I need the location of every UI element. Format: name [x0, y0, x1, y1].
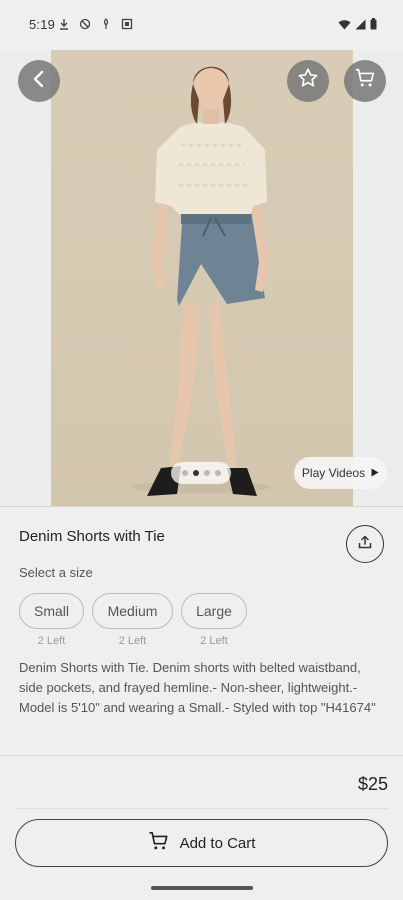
size-medium-stock: 2 Left [118, 635, 147, 647]
add-to-cart-label: Add to Cart [179, 834, 256, 852]
model-illustration [131, 66, 271, 496]
carousel-dot-active[interactable] [192, 470, 199, 476]
carousel-dot[interactable] [214, 470, 221, 476]
cart-button[interactable] [344, 60, 386, 102]
signal-icon [355, 17, 366, 35]
divider [0, 506, 403, 507]
favorite-button[interactable] [287, 60, 329, 102]
size-option-large: Large 2 Left [181, 593, 247, 647]
carousel-indicator[interactable] [171, 462, 231, 484]
shopping-cart-icon [354, 67, 376, 95]
back-button[interactable] [18, 60, 60, 102]
divider [0, 755, 403, 756]
wifi-icon [338, 17, 351, 35]
size-option-small: Small 2 Left [19, 593, 84, 647]
share-icon [358, 535, 372, 554]
share-button[interactable] [346, 525, 384, 563]
play-icon [371, 466, 379, 480]
status-system-icons [338, 17, 377, 35]
product-description: Denim Shorts with Tie. Denim shorts with… [19, 660, 376, 715]
size-small-button[interactable]: Small [19, 593, 84, 629]
cart-icon [148, 831, 170, 855]
microphone-icon [100, 17, 112, 29]
status-time: 5:19 [29, 17, 56, 32]
vpn-shield-icon [79, 17, 91, 30]
product-photo [51, 50, 353, 506]
back-arrow-icon [32, 68, 46, 94]
product-title: Denim Shorts with Tie [19, 528, 165, 545]
download-icon [58, 17, 70, 30]
home-indicator[interactable] [151, 886, 253, 890]
product-price: $25 [357, 774, 388, 794]
size-small-stock: 2 Left [37, 635, 66, 647]
add-to-cart-button[interactable]: Add to Cart [15, 819, 388, 867]
size-option-medium: Medium 2 Left [92, 593, 173, 647]
size-selector-label: Select a size [19, 565, 93, 580]
app-notification-icon [121, 17, 133, 30]
size-options: Small 2 Left Medium 2 Left Large 2 Left [19, 593, 247, 647]
status-bar: 5:19 [0, 0, 403, 50]
play-videos-button[interactable]: Play Videos [294, 457, 387, 489]
divider [15, 808, 388, 809]
battery-icon [370, 17, 377, 35]
size-large-button[interactable]: Large [181, 593, 247, 629]
status-notification-icons [58, 17, 133, 30]
carousel-dot[interactable] [203, 470, 210, 476]
product-image-carousel[interactable]: Play Videos [0, 50, 403, 506]
play-videos-label: Play Videos [301, 466, 366, 480]
size-large-stock: 2 Left [200, 635, 228, 647]
carousel-dot[interactable] [181, 470, 188, 476]
size-medium-button[interactable]: Medium [92, 593, 173, 629]
star-outline-icon [297, 67, 319, 95]
